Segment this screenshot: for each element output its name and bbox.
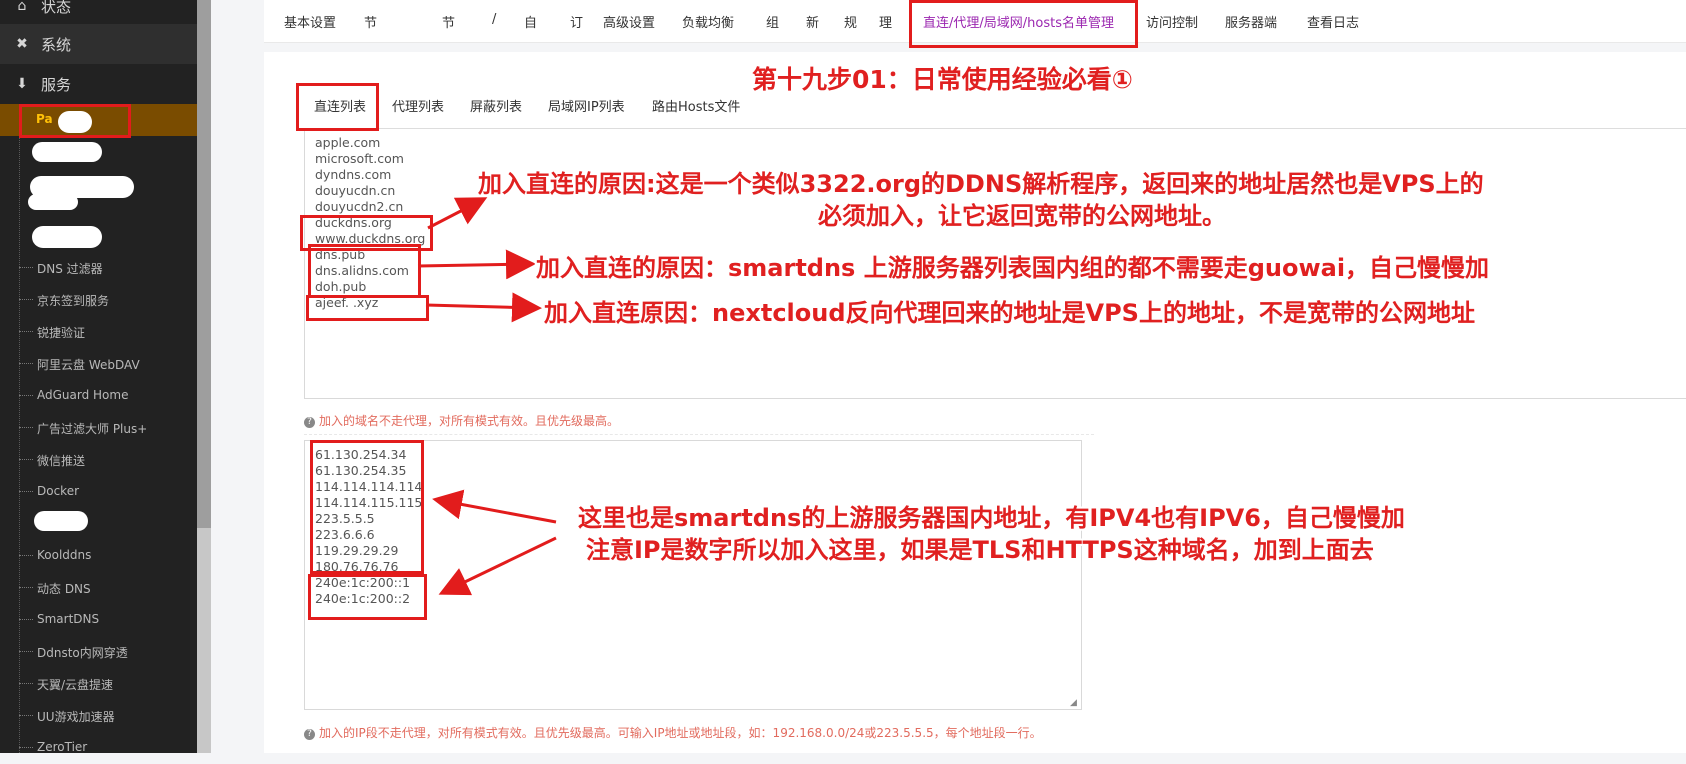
domain-line: apple.com (315, 135, 381, 150)
sidebar-item-label: ZeroTier (37, 740, 88, 754)
sidebar-category-status[interactable]: ⌂ 状态 (0, 0, 197, 26)
tab-subscribe[interactable]: 订 (570, 12, 583, 31)
sidebar-item-label: DNS 过滤器 (37, 262, 103, 276)
annotation-ip-2: 注意IP是数字所以加入这里，如果是TLS和HTTPS这种域名，加到上面去 (586, 536, 1374, 564)
resize-handle-icon[interactable]: ◢ (1070, 698, 1077, 708)
tab-basic-settings[interactable]: 基本设置 (284, 12, 336, 31)
sidebar-item-label: 微信推送 (37, 454, 86, 468)
divider (304, 434, 1094, 435)
sidebar-category-label: 服务 (41, 75, 72, 94)
annotation-ip-1: 这里也是smartdns的上游服务器国内地址，有IPV4也有IPV6，自己慢慢加 (578, 504, 1405, 532)
sidebar-item[interactable]: 微信推送 (0, 444, 197, 476)
sidebar-item-label: 动态 DNS (37, 582, 91, 596)
domain-hint: ? 加入的域名不走代理，对所有模式有效。且优先级最高。 (304, 412, 619, 429)
annotation-box-nextcloud (306, 295, 429, 321)
sidebar-item-label: Ddnsto内网穿透 (37, 646, 128, 660)
tab-advanced-settings[interactable]: 高级设置 (603, 12, 655, 31)
help-icon: ? (304, 417, 315, 428)
subtab-lan-ip-list[interactable]: 局域网IP列表 (548, 96, 625, 115)
sidebar-item-label: Docker (37, 484, 80, 498)
annotation-nextcloud: 加入直连原因：nextcloud反向代理回来的地址是VPS上的地址，不是宽带的公… (544, 299, 1475, 327)
tab-load-balance[interactable]: 负载均衡 (682, 12, 734, 31)
tab-new[interactable]: 新 (806, 12, 819, 31)
ip-hint: ? 加入的IP段不走代理，对所有模式有效。且优先级最高。可输入IP地址或地址段，如… (304, 724, 1042, 741)
domain-line: douyucdn.cn (315, 183, 396, 198)
annotation-dns: 加入直连的原因：smartdns 上游服务器列表国内组的都不需要走guowai，… (536, 254, 1490, 282)
redaction-blob (32, 226, 102, 248)
tab-nodes-2[interactable]: 节 (442, 12, 455, 31)
sidebar-item-label: 阿里云盘 WebDAV (37, 358, 140, 372)
sidebar-item[interactable]: AdGuard Home (0, 380, 197, 412)
sidebar-item[interactable]: UU游戏加速器 (0, 700, 197, 732)
annotation-duckdns-1: 加入直连的原因:这是一个类似3322.org的DDNS解析程序，返回来的地址居然… (478, 170, 1484, 198)
sidebar-scrollbar-thumb[interactable] (197, 0, 211, 528)
annotation-box-subtab (296, 83, 379, 131)
domain-hint-text: 加入的域名不走代理，对所有模式有效。且优先级最高。 (319, 414, 620, 428)
subtab-block-list[interactable]: 屏蔽列表 (470, 96, 522, 115)
sidebar-item[interactable]: Ddnsto内网穿透 (0, 636, 197, 668)
annotation-box-active-tab (909, 0, 1138, 48)
domain-line: microsoft.com (315, 151, 404, 166)
sidebar-item-label: Koolddns (37, 548, 92, 562)
domain-line: douyucdn2.cn (315, 199, 404, 214)
sidebar-item[interactable]: ZeroTier (0, 732, 197, 764)
redaction-blob (32, 142, 102, 162)
sidebar-item[interactable]: DNS 过滤器 (0, 252, 197, 284)
sidebar-item-label: 广告过滤大师 Plus+ (37, 422, 148, 436)
sidebar-item[interactable]: 广告过滤大师 Plus+ (0, 412, 197, 444)
sidebar-item[interactable]: SmartDNS (0, 604, 197, 636)
redaction-blob (34, 511, 88, 531)
sidebar-item-label: 锐捷验证 (37, 326, 86, 340)
tab-nodes[interactable]: 节 (364, 12, 377, 31)
sidebar-item-label: AdGuard Home (37, 388, 129, 402)
tab-rules[interactable]: 规 (844, 12, 857, 31)
tab-server[interactable]: 服务器端 (1225, 12, 1277, 31)
sidebar-item-label: 京东签到服务 (37, 294, 110, 308)
download-icon: ⬇ (16, 76, 28, 92)
subtab-proxy-list[interactable]: 代理列表 (392, 96, 444, 115)
sidebar-item[interactable]: Koolddns (0, 540, 197, 572)
subtab-router-hosts[interactable]: 路由Hosts文件 (652, 96, 740, 115)
tab-access-control[interactable]: 访问控制 (1146, 12, 1198, 31)
sidebar-item[interactable]: Docker (0, 476, 197, 508)
ip-hint-text: 加入的IP段不走代理，对所有模式有效。且优先级最高。可输入IP地址或地址段，如：… (319, 726, 1042, 740)
annotation-duckdns-2: 必须加入，让它返回宽带的公网地址。 (818, 202, 1226, 230)
tools-icon: ✖ (16, 36, 28, 52)
sidebar-item-label: 天翼/云盘提速 (37, 678, 114, 692)
sidebar-item[interactable]: 天翼/云盘提速 (0, 668, 197, 700)
sidebar-item-label: UU游戏加速器 (37, 710, 115, 724)
sidebar-item-label: SmartDNS (37, 612, 100, 626)
tab-rules-manage[interactable]: 理 (879, 12, 892, 31)
sidebar-category-system[interactable]: ✖ 系统 (0, 24, 197, 64)
sidebar-category-label: 状态 (41, 0, 72, 16)
sidebar-item[interactable]: 锐捷验证 (0, 316, 197, 348)
domain-line: dyndns.com (315, 167, 392, 182)
sidebar-item[interactable]: 阿里云盘 WebDAV (0, 348, 197, 380)
tab-custom[interactable]: 自 (524, 12, 537, 31)
annotation-box-active-item (19, 104, 131, 138)
sidebar-item[interactable]: 京东签到服务 (0, 284, 197, 316)
annotation-box-dns (308, 244, 421, 298)
sidebar-category-services[interactable]: ⬇ 服务 (0, 64, 197, 104)
annotation-box-ipv4 (310, 440, 424, 574)
sidebar-item[interactable]: 动态 DNS (0, 572, 197, 604)
annotation-box-ipv6 (308, 574, 427, 620)
tab-view-logs[interactable]: 查看日志 (1307, 12, 1359, 31)
redaction-blob (28, 194, 78, 210)
help-icon: ? (304, 729, 315, 740)
tab-group[interactable]: 组 (766, 12, 779, 31)
home-icon: ⌂ (17, 0, 27, 14)
tab-partial[interactable]: / (492, 12, 496, 27)
annotation-step: 第十九步01：日常使用经验必看① (752, 65, 1133, 94)
sidebar-category-label: 系统 (41, 35, 72, 54)
